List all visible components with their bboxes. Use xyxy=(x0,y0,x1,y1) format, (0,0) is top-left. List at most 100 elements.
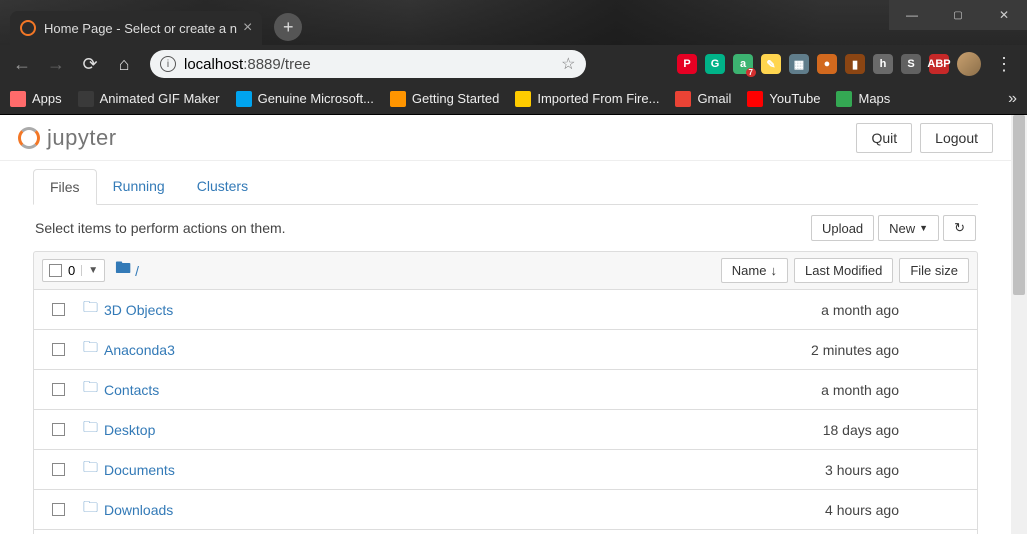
file-link[interactable]: Downloads xyxy=(104,502,173,518)
bookmarks-overflow[interactable]: » xyxy=(1008,90,1017,108)
bookmark-label: Animated GIF Maker xyxy=(100,91,220,106)
file-list-header: 0 ▼ 🖿 / Name ↓ Last Modified File size xyxy=(33,251,978,290)
bookmark-item[interactable]: Apps xyxy=(10,91,62,107)
bookmark-item[interactable]: Imported From Fire... xyxy=(515,91,659,107)
logout-button[interactable]: Logout xyxy=(920,123,993,153)
sort-size-button[interactable]: File size xyxy=(899,258,969,283)
new-button[interactable]: New ▼ xyxy=(878,215,939,241)
extension-icon[interactable]: ABP xyxy=(929,54,949,74)
row-checkbox[interactable] xyxy=(52,343,65,356)
file-link[interactable]: Anaconda3 xyxy=(104,342,175,358)
breadcrumb[interactable]: 🖿 / xyxy=(115,257,139,284)
modified-time: a month ago xyxy=(821,302,899,318)
jupyter-logo-icon xyxy=(18,127,40,149)
bookmark-item[interactable]: Maps xyxy=(836,91,890,107)
tab-running[interactable]: Running xyxy=(97,169,181,204)
selection-count: 0 xyxy=(68,263,75,278)
file-link[interactable]: 3D Objects xyxy=(104,302,173,318)
row-checkbox[interactable] xyxy=(52,303,65,316)
home-button[interactable]: ⌂ xyxy=(110,50,138,78)
file-row: 🗀Desktop18 days ago xyxy=(33,410,978,450)
file-row: 🗀Contactsa month ago xyxy=(33,370,978,410)
url-text: localhost:8889/tree xyxy=(184,56,311,73)
modified-time: 2 minutes ago xyxy=(811,342,899,358)
bookmark-item[interactable]: YouTube xyxy=(747,91,820,107)
window-controls: — ▢ ✕ xyxy=(889,0,1027,30)
extension-icon[interactable]: a7 xyxy=(733,54,753,74)
bookmark-label: Getting Started xyxy=(412,91,499,106)
bookmark-label: Imported From Fire... xyxy=(537,91,659,106)
bookmark-item[interactable]: Gmail xyxy=(675,91,731,107)
site-info-icon[interactable]: i xyxy=(160,56,176,72)
file-row: 🗀Favoritesa month ago xyxy=(33,530,978,534)
maximize-button[interactable]: ▢ xyxy=(935,0,981,30)
extension-icon[interactable]: h xyxy=(873,54,893,74)
profile-avatar[interactable] xyxy=(957,52,981,76)
file-link[interactable]: Desktop xyxy=(104,422,155,438)
select-all-checkbox[interactable] xyxy=(49,264,62,277)
file-row: 🗀Documents3 hours ago xyxy=(33,450,978,490)
upload-button[interactable]: Upload xyxy=(811,215,874,241)
refresh-button[interactable]: ↻ xyxy=(943,215,976,241)
modified-time: 4 hours ago xyxy=(825,502,899,518)
close-icon[interactable]: × xyxy=(243,19,252,37)
vertical-scrollbar[interactable] xyxy=(1011,115,1027,534)
extension-icon[interactable]: G xyxy=(705,54,725,74)
select-all-dropdown[interactable]: 0 ▼ xyxy=(42,259,105,282)
bookmark-favicon xyxy=(747,91,763,107)
tab-clusters[interactable]: Clusters xyxy=(181,169,264,204)
bookmark-item[interactable]: Getting Started xyxy=(390,91,499,107)
extension-icon[interactable]: ✎ xyxy=(761,54,781,74)
menu-button[interactable]: ⋮ xyxy=(989,54,1019,75)
row-checkbox[interactable] xyxy=(52,463,65,476)
file-link[interactable]: Documents xyxy=(104,462,175,478)
file-link[interactable]: Contacts xyxy=(104,382,159,398)
sort-modified-button[interactable]: Last Modified xyxy=(794,258,893,283)
extension-icon[interactable]: P xyxy=(677,54,697,74)
jupyter-favicon xyxy=(20,20,36,36)
bookmark-item[interactable]: Genuine Microsoft... xyxy=(236,91,374,107)
close-window-button[interactable]: ✕ xyxy=(981,0,1027,30)
row-checkbox[interactable] xyxy=(52,423,65,436)
folder-icon: 🗀 xyxy=(83,337,98,362)
modified-time: 18 days ago xyxy=(823,422,899,438)
bookmark-item[interactable]: Animated GIF Maker xyxy=(78,91,220,107)
bookmark-favicon xyxy=(836,91,852,107)
extension-icon[interactable]: S xyxy=(901,54,921,74)
file-row: 🗀 Anaconda3 2 minutes ago xyxy=(33,330,978,370)
bookmark-label: Apps xyxy=(32,91,62,106)
row-checkbox[interactable] xyxy=(52,503,65,516)
extension-icon[interactable]: ● xyxy=(817,54,837,74)
tab-title: Home Page - Select or create a n xyxy=(44,21,237,36)
bookmark-label: Maps xyxy=(858,91,890,106)
file-list: 🗀 3D Objects a month ago 🗀 Anaconda3 2 minute… xyxy=(33,290,978,534)
folder-icon: 🖿 xyxy=(115,257,131,284)
jupyter-logo[interactable]: jupyter xyxy=(18,125,117,151)
file-row: 🗀 3D Objects a month ago xyxy=(33,290,978,330)
extension-icon[interactable]: ▦ xyxy=(789,54,809,74)
tab-files[interactable]: Files xyxy=(33,169,97,205)
bookmark-label: Genuine Microsoft... xyxy=(258,91,374,106)
sort-name-button[interactable]: Name ↓ xyxy=(721,258,788,283)
bookmark-favicon xyxy=(515,91,531,107)
scrollbar-thumb[interactable] xyxy=(1013,115,1025,295)
row-checkbox[interactable] xyxy=(52,383,65,396)
caret-down-icon: ▼ xyxy=(81,265,98,276)
bookmark-star-icon[interactable]: ☆ xyxy=(561,54,575,74)
bookmarks-bar: Apps Animated GIF Maker Genuine Microsoft.… xyxy=(0,83,1027,115)
minimize-button[interactable]: — xyxy=(889,0,935,30)
reload-button[interactable]: ⟳ xyxy=(76,50,104,78)
extension-icon[interactable]: ▮ xyxy=(845,54,865,74)
bookmark-label: Gmail xyxy=(697,91,731,106)
folder-icon: 🗀 xyxy=(83,297,98,322)
selection-hint: Select items to perform actions on them. xyxy=(35,220,286,236)
browser-tab[interactable]: Home Page - Select or create a n × xyxy=(10,11,262,45)
new-tab-button[interactable]: + xyxy=(274,13,302,41)
url-input[interactable]: i localhost:8889/tree ☆ xyxy=(150,50,586,78)
quit-button[interactable]: Quit xyxy=(856,123,912,153)
address-bar: ← → ⟳ ⌂ i localhost:8889/tree ☆ PGa7 ✎ ▦ ● ▮… xyxy=(0,45,1027,83)
jupyter-tabs: FilesRunningClusters xyxy=(33,169,978,205)
forward-button[interactable]: → xyxy=(42,50,70,78)
bookmark-favicon xyxy=(675,91,691,107)
back-button[interactable]: ← xyxy=(8,50,36,78)
